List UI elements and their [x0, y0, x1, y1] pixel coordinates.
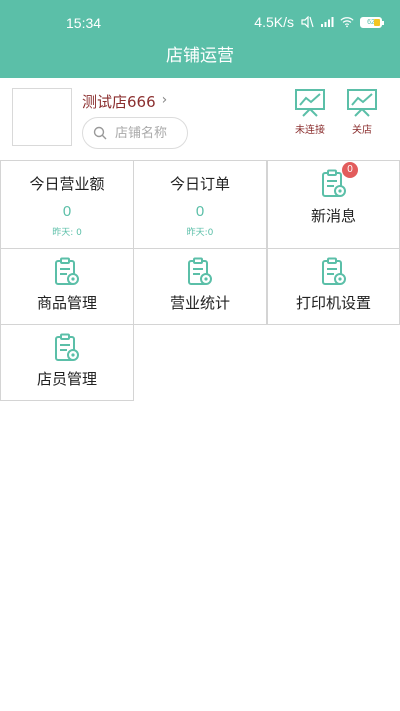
battery-icon: 62 [360, 16, 384, 28]
store-name: 测试店666 [82, 93, 156, 111]
status-bar: 15:34 4.5K/s 62 [0, 0, 400, 44]
clipboard-gear-icon [188, 257, 212, 285]
orders-yesterday: 昨天:0 [186, 228, 214, 238]
statistics-label: 营业统计 [169, 294, 230, 312]
close-store-button[interactable]: 关店 [340, 88, 384, 136]
statistics-tile[interactable]: 营业统计 [133, 248, 267, 325]
revenue-yesterday: 昨天: 0 [52, 228, 82, 238]
search-input[interactable] [115, 125, 185, 141]
clipboard-gear-icon [55, 257, 79, 285]
message-count-badge: 0 [342, 162, 358, 178]
products-tile[interactable]: 商品管理 [0, 248, 134, 325]
printer-settings-label: 打印机设置 [295, 294, 371, 312]
close-store-label: 关店 [352, 125, 372, 136]
staff-label: 店员管理 [36, 370, 97, 388]
page-title: 店铺运营 [166, 46, 234, 66]
messages-label: 新消息 [310, 207, 356, 225]
orders-label: 今日订单 [169, 175, 230, 193]
printer-settings-tile[interactable]: 打印机设置 [267, 248, 400, 325]
monitor-chart-icon [347, 89, 377, 117]
app-header: 15:34 4.5K/s 62 店铺运营 [0, 0, 400, 78]
revenue-tile[interactable]: 今日营业额 0 昨天: 0 [0, 160, 134, 249]
chevron-right-icon: › [161, 91, 168, 108]
messages-tile[interactable]: 0 新消息 [267, 160, 400, 249]
revenue-value: 0 [62, 203, 72, 220]
orders-tile[interactable]: 今日订单 0 昨天:0 [133, 160, 267, 249]
store-info: 测试店666 › 未连接 关店 [0, 78, 400, 160]
network-speed: 4.5K/s [254, 14, 294, 30]
connection-status-label: 未连接 [295, 125, 325, 136]
products-label: 商品管理 [36, 294, 97, 312]
clipboard-gear-icon [321, 257, 346, 285]
signal-icon [321, 17, 334, 27]
connection-status-button[interactable]: 未连接 [288, 88, 332, 136]
store-search-box[interactable] [82, 117, 188, 149]
search-icon [93, 126, 107, 140]
clipboard-gear-icon [55, 333, 79, 361]
mute-icon [301, 16, 314, 28]
orders-value: 0 [195, 203, 205, 220]
monitor-chart-icon [295, 89, 325, 117]
staff-tile[interactable]: 店员管理 [0, 324, 134, 401]
status-time: 15:34 [66, 15, 102, 31]
store-name-link[interactable]: 测试店666 › [82, 91, 167, 112]
status-icons: 4.5K/s 62 [254, 14, 384, 30]
store-avatar[interactable] [12, 88, 72, 146]
wifi-icon [340, 17, 354, 28]
revenue-label: 今日营业额 [29, 175, 105, 193]
